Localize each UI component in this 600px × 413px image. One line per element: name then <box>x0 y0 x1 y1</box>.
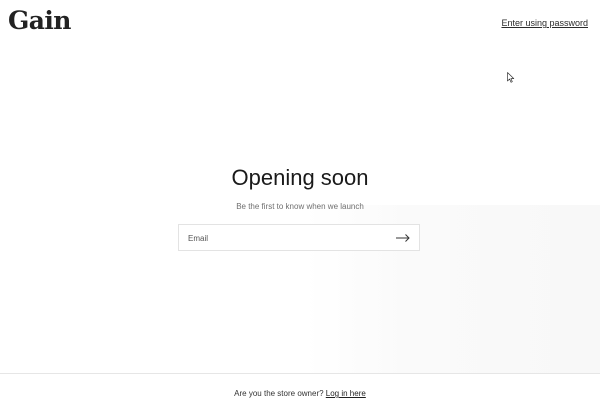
page-subtitle: Be the first to know when we launch <box>236 202 364 211</box>
email-input[interactable] <box>188 231 378 245</box>
store-logo[interactable]: Gain <box>8 6 71 36</box>
footer: Are you the store owner? Log in here <box>0 388 600 400</box>
password-page: Gain Enter using password Opening soon B… <box>0 0 600 413</box>
mouse-cursor-icon <box>507 72 515 83</box>
newsletter-form <box>178 224 420 251</box>
enter-password-link[interactable]: Enter using password <box>501 17 588 29</box>
login-link[interactable]: Log in here <box>326 389 366 398</box>
footer-divider <box>0 373 600 374</box>
page-title: Opening soon <box>231 165 369 190</box>
store-owner-prompt: Are you the store owner? <box>234 389 326 398</box>
arrow-right-icon[interactable] <box>395 232 411 244</box>
